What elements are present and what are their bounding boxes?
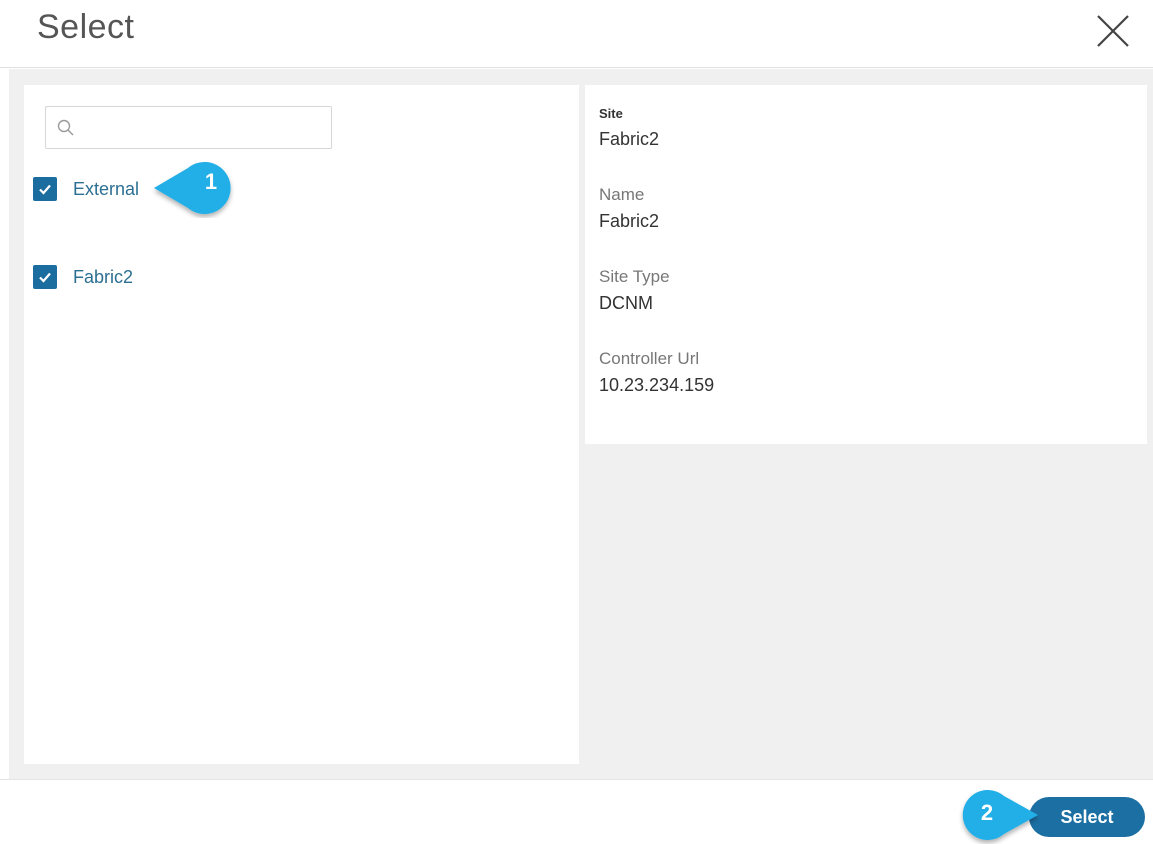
callout-number: 1 <box>204 169 218 194</box>
list-item-external[interactable]: External <box>33 175 139 203</box>
site-type-label: Site Type <box>599 267 670 286</box>
search-input[interactable] <box>84 107 324 148</box>
site-value: Fabric2 <box>599 129 660 149</box>
controller-url-label: Controller Url <box>599 349 700 368</box>
field-site: Site Fabric2 <box>599 106 659 150</box>
callout-1: 1 <box>150 156 250 218</box>
dialog-header: Select <box>0 0 1153 68</box>
field-controller-url: Controller Url 10.23.234.159 <box>599 349 714 396</box>
checkbox-fabric2[interactable] <box>33 265 57 289</box>
list-item-fabric2[interactable]: Fabric2 <box>33 263 133 291</box>
name-label: Name <box>599 185 645 204</box>
field-name: Name Fabric2 <box>599 185 659 232</box>
site-label: Site <box>599 106 623 121</box>
field-site-type: Site Type DCNM <box>599 267 670 314</box>
site-type-value: DCNM <box>599 293 653 313</box>
callout-2: 2 <box>946 784 1046 844</box>
close-button[interactable] <box>1092 10 1134 52</box>
site-details-panel: Site Fabric2 Name Fabric2 Site Type DCNM… <box>585 85 1147 444</box>
search-icon <box>57 119 74 136</box>
check-icon <box>39 272 51 283</box>
select-button[interactable]: Select <box>1029 797 1145 837</box>
dialog-title: Select <box>37 8 135 46</box>
check-icon <box>39 184 51 195</box>
checkbox-external[interactable] <box>33 177 57 201</box>
controller-url-value: 10.23.234.159 <box>599 375 715 395</box>
sites-list-panel: External Fabric2 <box>24 85 579 764</box>
name-value: Fabric2 <box>599 211 660 231</box>
search-box[interactable] <box>45 106 332 149</box>
close-icon <box>1097 15 1129 47</box>
list-item-label: Fabric2 <box>73 266 134 287</box>
callout-number: 2 <box>980 800 994 825</box>
list-item-label: External <box>73 178 140 199</box>
